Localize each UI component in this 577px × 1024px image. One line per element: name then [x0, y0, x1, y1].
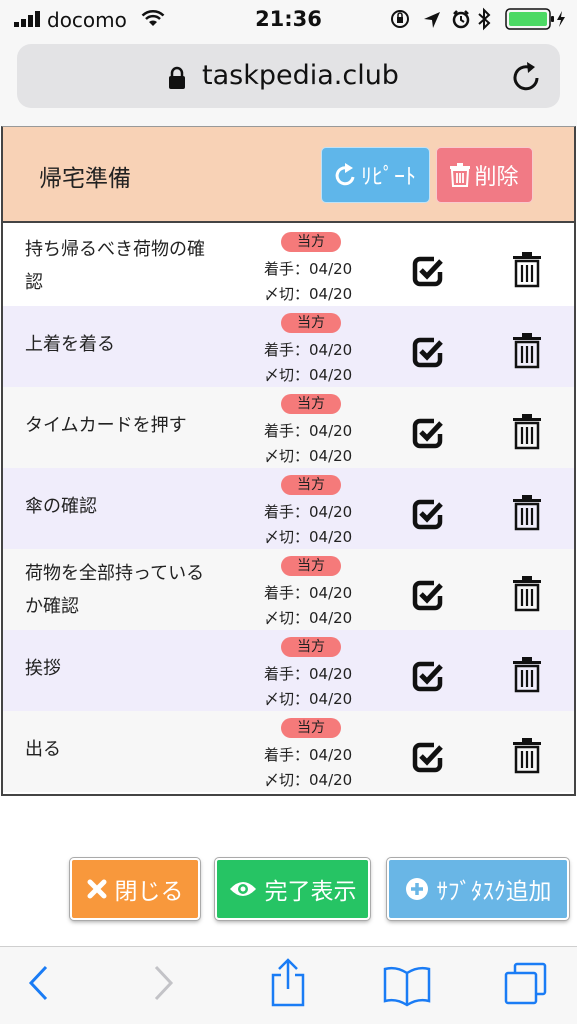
due-date: 〆切：04/20: [264, 609, 353, 627]
complete-check-icon[interactable]: [412, 498, 444, 530]
task-name: 出る: [25, 733, 230, 766]
trash-icon[interactable]: [512, 738, 542, 774]
task-name: 傘の確認: [25, 490, 230, 523]
task-name: タイムカードを押す: [25, 409, 230, 442]
orientation-lock-icon: [391, 10, 409, 28]
trash-icon[interactable]: [512, 333, 542, 369]
assignee-badge: 当方: [281, 394, 341, 414]
assignee-badge: 当方: [281, 313, 341, 333]
assignee-badge: 当方: [281, 232, 341, 252]
task-name-line: 挨拶: [25, 658, 61, 679]
task-name: 上着を着る: [25, 328, 230, 361]
task-name-line: 荷物を全部持っている: [25, 563, 205, 584]
plus-circle-icon: [405, 878, 428, 900]
trash-icon[interactable]: [512, 252, 542, 288]
panel-title: 帰宅準備: [39, 166, 131, 192]
eye-icon: [229, 882, 256, 896]
task-name: 持ち帰るべき荷物の確 認: [25, 233, 230, 299]
tabs-icon[interactable]: [503, 961, 549, 1007]
back-icon[interactable]: [26, 963, 50, 1003]
close-label: 閉じる: [114, 879, 184, 905]
start-date: 着手：04/20: [264, 746, 353, 764]
panel-header: 帰宅準備 ﾘﾋﾟｰﾄ 削除: [3, 127, 574, 223]
trash-icon: [450, 163, 471, 187]
task-name-line: 上着を着る: [25, 334, 115, 355]
task-name-line: 持ち帰るべき荷物の確: [25, 239, 205, 260]
start-date: 着手：04/20: [264, 422, 353, 440]
show-completed-button[interactable]: 完了表示: [215, 858, 370, 920]
due-date: 〆切：04/20: [264, 771, 353, 789]
task-name-line: 出る: [25, 739, 61, 760]
due-date: 〆切：04/20: [264, 447, 353, 465]
task-name-line: 傘の確認: [25, 496, 97, 517]
task-row[interactable]: 持ち帰るべき荷物の確 認 当方 着手：04/20 〆切：04/20: [3, 225, 574, 306]
forward-icon[interactable]: [152, 963, 176, 1003]
task-row[interactable]: 挨拶 当方 着手：04/20 〆切：04/20: [3, 630, 574, 711]
share-icon[interactable]: [268, 957, 308, 1009]
task-name: 荷物を全部持っている か確認: [25, 557, 230, 623]
start-date: 着手：04/20: [264, 584, 353, 602]
url-text: taskpedia.club: [202, 60, 399, 91]
start-date: 着手：04/20: [264, 260, 353, 278]
task-row[interactable]: 上着を着る 当方 着手：04/20 〆切：04/20: [3, 306, 574, 387]
lock-icon: [169, 66, 185, 89]
repeat-label: ﾘﾋﾟｰﾄ: [360, 165, 416, 190]
address-bar[interactable]: taskpedia.club: [17, 44, 560, 108]
start-date: 着手：04/20: [264, 503, 353, 521]
location-icon: [424, 12, 440, 28]
task-name-line: か確認: [25, 596, 79, 617]
trash-icon[interactable]: [512, 657, 542, 693]
task-name-line: タイムカードを押す: [25, 415, 187, 436]
complete-check-icon[interactable]: [412, 741, 444, 773]
task-row[interactable]: 傘の確認 当方 着手：04/20 〆切：04/20: [3, 468, 574, 549]
trash-icon[interactable]: [512, 495, 542, 531]
due-date: 〆切：04/20: [264, 528, 353, 546]
add-subtask-label: ｻﾌﾞﾀｽｸ追加: [436, 879, 552, 905]
complete-check-icon[interactable]: [412, 660, 444, 692]
task-panel: 帰宅準備 ﾘﾋﾟｰﾄ 削除 持ち帰るべき荷物の確 認 当方 着手：04/20 〆…: [1, 126, 576, 796]
show-completed-label: 完了表示: [264, 879, 357, 905]
repeat-button[interactable]: ﾘﾋﾟｰﾄ: [321, 147, 430, 203]
repeat-icon: [335, 163, 355, 186]
task-row[interactable]: 出る 当方 着手：04/20 〆切：04/20: [3, 711, 574, 792]
complete-check-icon[interactable]: [412, 417, 444, 449]
delete-label: 削除: [474, 165, 519, 190]
reload-icon[interactable]: [512, 60, 542, 92]
trash-icon[interactable]: [512, 414, 542, 450]
status-icons: [391, 7, 491, 31]
assignee-badge: 当方: [281, 556, 341, 576]
close-button[interactable]: 閉じる: [70, 858, 200, 920]
bookmarks-icon[interactable]: [382, 965, 432, 1007]
browser-chrome: taskpedia.club: [0, 40, 577, 126]
due-date: 〆切：04/20: [264, 285, 353, 303]
task-name: 挨拶: [25, 652, 230, 685]
alarm-icon: [452, 10, 470, 29]
page-content: 帰宅準備 ﾘﾋﾟｰﾄ 削除 持ち帰るべき荷物の確 認 当方 着手：04/20 〆…: [0, 126, 577, 946]
add-subtask-button[interactable]: ｻﾌﾞﾀｽｸ追加: [387, 858, 569, 920]
assignee-badge: 当方: [281, 475, 341, 495]
assignee-badge: 当方: [281, 718, 341, 738]
assignee-badge: 当方: [281, 637, 341, 657]
start-date: 着手：04/20: [264, 341, 353, 359]
status-bar: docomo 21:36: [0, 0, 577, 40]
due-date: 〆切：04/20: [264, 690, 353, 708]
close-icon: [87, 879, 106, 899]
browser-toolbar: [0, 946, 577, 1024]
delete-list-button[interactable]: 削除: [436, 147, 533, 203]
due-date: 〆切：04/20: [264, 366, 353, 384]
bluetooth-icon: [478, 7, 491, 31]
complete-check-icon[interactable]: [412, 579, 444, 611]
task-name-line: 認: [25, 272, 43, 293]
task-row[interactable]: タイムカードを押す 当方 着手：04/20 〆切：04/20: [3, 387, 574, 468]
battery-icon: [505, 8, 565, 30]
task-list: 持ち帰るべき荷物の確 認 当方 着手：04/20 〆切：04/20 上着を着る …: [3, 225, 574, 792]
trash-icon[interactable]: [512, 576, 542, 612]
complete-check-icon[interactable]: [412, 336, 444, 368]
start-date: 着手：04/20: [264, 665, 353, 683]
complete-check-icon[interactable]: [412, 255, 444, 287]
task-row[interactable]: 荷物を全部持っている か確認 当方 着手：04/20 〆切：04/20: [3, 549, 574, 630]
